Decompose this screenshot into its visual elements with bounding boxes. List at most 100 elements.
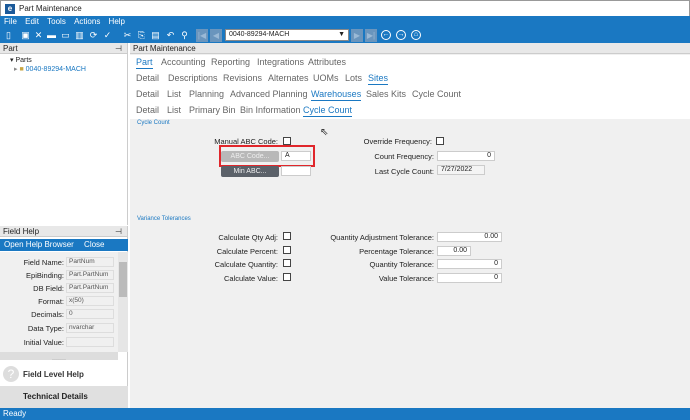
- tree-root[interactable]: ▾ Parts: [10, 56, 32, 64]
- tab-sales-kits[interactable]: Sales Kits: [366, 89, 406, 100]
- quantity-tolerance-field[interactable]: 0: [437, 259, 502, 269]
- help-question-icon: ?: [3, 366, 19, 382]
- tab-uoms[interactable]: UOMs: [313, 73, 339, 84]
- status-bar: Ready: [0, 408, 690, 420]
- cut-icon[interactable]: ✂: [122, 30, 133, 41]
- home-icon[interactable]: ⌂: [411, 30, 421, 40]
- part-selector[interactable]: 0040-89294-MACH ▼: [225, 29, 349, 41]
- calc-value-label: Calculate Value:: [223, 274, 278, 283]
- tabs-level-3: Detail List Planning Advanced Planning W…: [130, 87, 690, 103]
- tab-advanced-planning[interactable]: Advanced Planning: [230, 89, 308, 100]
- qty-adj-tolerance-field[interactable]: 0.00: [437, 232, 502, 242]
- next-record-icon[interactable]: ▶: [351, 29, 363, 42]
- scrollbar-thumb[interactable]: [119, 262, 127, 297]
- field-help-header: Field Help ⊣: [0, 226, 127, 237]
- tab-detail[interactable]: Detail: [136, 105, 159, 116]
- folder-icon[interactable]: ▭: [60, 30, 71, 41]
- calc-qty-adj-checkbox[interactable]: [283, 232, 291, 240]
- first-record-icon[interactable]: |◀: [196, 29, 208, 42]
- tab-cycle-count[interactable]: Cycle Count: [412, 89, 461, 100]
- delete-icon[interactable]: ✕: [33, 30, 44, 41]
- tab-accounting[interactable]: Accounting: [161, 57, 206, 68]
- count-frequency-label: Count Frequency:: [374, 152, 434, 161]
- tab-bin-information[interactable]: Bin Information: [240, 105, 301, 116]
- app-logo-icon: e: [5, 4, 15, 14]
- paste-icon[interactable]: ▤: [150, 30, 161, 41]
- row-value: Part.PartNum: [66, 270, 114, 280]
- back-icon[interactable]: ←: [381, 30, 391, 40]
- attach-icon[interactable]: ▥: [74, 30, 85, 41]
- technical-details-button[interactable]: Technical Details: [0, 386, 128, 408]
- close-link[interactable]: Close: [84, 240, 104, 249]
- tree-node-part[interactable]: ▸ ■ 0040-89294-MACH: [14, 65, 86, 73]
- last-record-icon[interactable]: ▶|: [365, 29, 377, 42]
- tab-cycle-count[interactable]: Cycle Count: [303, 105, 353, 117]
- copy-icon[interactable]: ⎘: [136, 30, 147, 41]
- undo-icon[interactable]: ↶: [165, 30, 176, 41]
- clear-icon[interactable]: ✓: [102, 30, 113, 41]
- last-cycle-count-field: 7/27/2022: [437, 165, 485, 175]
- tab-part[interactable]: Part: [136, 57, 153, 69]
- tab-list[interactable]: List: [167, 105, 181, 116]
- prev-record-icon[interactable]: ◀: [210, 29, 222, 42]
- panel-title: Part: [3, 44, 18, 53]
- tab-primary-bin[interactable]: Primary Bin: [189, 105, 236, 116]
- new-icon[interactable]: ▯: [3, 30, 14, 41]
- save-icon[interactable]: ▣: [20, 30, 31, 41]
- tab-reporting[interactable]: Reporting: [211, 57, 250, 68]
- vertical-scrollbar[interactable]: [118, 252, 128, 352]
- tab-list[interactable]: List: [167, 89, 181, 100]
- tab-lots[interactable]: Lots: [345, 73, 362, 84]
- forward-icon[interactable]: →: [396, 30, 406, 40]
- calc-percent-checkbox[interactable]: [283, 246, 291, 254]
- refresh-icon[interactable]: ⟳: [88, 30, 99, 41]
- tab-revisions[interactable]: Revisions: [223, 73, 262, 84]
- expand-icon[interactable]: ▸: [14, 66, 18, 73]
- calc-percent-label: Calculate Percent:: [216, 247, 278, 256]
- main-panel-header: Part Maintenance: [130, 43, 690, 54]
- row-label: Decimals:: [31, 310, 64, 319]
- field-help-panel: Field Help ⊣ Open Help Browser Close Fiel…: [0, 226, 128, 408]
- row-value: PartNum: [66, 257, 114, 267]
- count-frequency-field[interactable]: 0: [437, 151, 495, 161]
- tab-planning[interactable]: Planning: [189, 89, 224, 100]
- tab-attributes[interactable]: Attributes: [308, 57, 346, 68]
- percentage-tolerance-field[interactable]: 0.00: [437, 246, 471, 256]
- override-frequency-checkbox[interactable]: [436, 137, 444, 145]
- menu-edit[interactable]: Edit: [25, 17, 39, 26]
- menu-actions[interactable]: Actions: [74, 17, 100, 26]
- tab-warehouses[interactable]: Warehouses: [311, 89, 362, 101]
- chevron-down-icon[interactable]: ▼: [338, 30, 345, 40]
- menu-tools[interactable]: Tools: [47, 17, 66, 26]
- open-book-icon[interactable]: ▬: [46, 30, 57, 41]
- field-help-actions: Open Help Browser Close: [0, 239, 128, 251]
- tabs-level-2: Detail Descriptions Revisions Alternates…: [130, 71, 690, 87]
- tab-integrations[interactable]: Integrations: [257, 57, 304, 68]
- field-level-help-button[interactable]: Field Level Help: [23, 370, 84, 379]
- pin-icon[interactable]: ⊣: [115, 226, 122, 237]
- menu-help[interactable]: Help: [109, 17, 125, 26]
- cycle-count-section-label: Cycle Count: [137, 120, 170, 126]
- part-tree-panel: Part ⊣ ▾ Parts ▸ ■ 0040-89294-MACH: [0, 43, 128, 225]
- row-value: nvarchar: [66, 323, 114, 333]
- manual-abc-checkbox[interactable]: [283, 137, 291, 145]
- calc-value-checkbox[interactable]: [283, 273, 291, 281]
- tab-detail[interactable]: Detail: [136, 89, 159, 100]
- menu-file[interactable]: File: [4, 17, 17, 26]
- tab-detail[interactable]: Detail: [136, 73, 159, 84]
- tabs-level-4: Detail List Primary Bin Bin Information …: [130, 103, 690, 119]
- splitter-handle[interactable]: ·······: [52, 357, 66, 363]
- value-tolerance-field[interactable]: 0: [437, 273, 502, 283]
- min-abc-field[interactable]: [281, 166, 311, 176]
- menu-bar: File Edit Tools Actions Help: [0, 16, 690, 28]
- pin-icon[interactable]: ⊣: [115, 43, 122, 54]
- quantity-tolerance-label: Quantity Tolerance:: [369, 260, 434, 269]
- tab-sites[interactable]: Sites: [368, 73, 389, 85]
- search-icon[interactable]: ⚲: [179, 30, 190, 41]
- tab-descriptions[interactable]: Descriptions: [168, 73, 218, 84]
- tab-alternates[interactable]: Alternates: [268, 73, 309, 84]
- min-abc-button[interactable]: Min ABC...: [221, 166, 279, 177]
- row-value: x(50): [66, 296, 114, 306]
- calc-quantity-checkbox[interactable]: [283, 259, 291, 267]
- open-help-browser-link[interactable]: Open Help Browser: [4, 240, 74, 249]
